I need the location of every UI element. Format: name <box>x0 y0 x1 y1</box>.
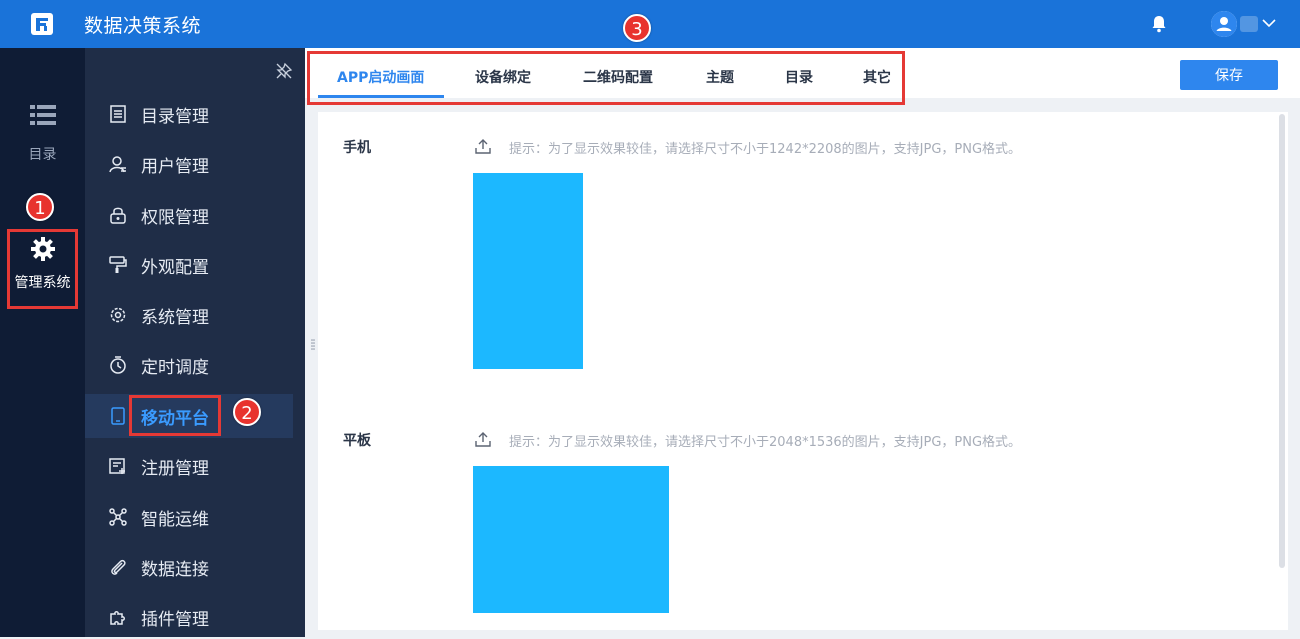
sidebar-item-register-manage[interactable]: 注册管理 <box>85 444 293 488</box>
sidebar-item-label: 用户管理 <box>141 157 209 177</box>
rail-item-catalog[interactable]: 目录 <box>0 104 85 164</box>
phone-splash-preview[interactable] <box>473 173 583 369</box>
annotation-badge-1: 1 <box>26 193 54 221</box>
app-logo-icon[interactable] <box>30 12 54 36</box>
rail-catalog-label: 目录 <box>28 147 57 163</box>
sidebar-item-label: 数据连接 <box>141 560 209 580</box>
phone-upload-hint: 提示：为了显示效果较佳，请选择尺寸不小于1242*2208的图片，支持JPG，P… <box>509 142 1022 157</box>
resize-handle-icon[interactable] <box>311 338 315 352</box>
list-icon <box>29 105 56 125</box>
annotation-box-2 <box>129 395 221 436</box>
sidebar-item-label: 智能运维 <box>141 510 209 530</box>
paint-roller-icon <box>109 256 127 273</box>
tablet-icon <box>111 407 125 425</box>
sidebar-item-data-connection[interactable]: 数据连接 <box>85 545 293 589</box>
sidebar-item-label: 目录管理 <box>141 107 209 127</box>
main-content: 手机 提示：为了显示效果较佳，请选择尺寸不小于1242*2208的图片，支持JP… <box>318 112 1288 630</box>
tablet-splash-preview[interactable] <box>473 466 669 613</box>
annotation-badge-2: 2 <box>233 398 261 426</box>
secondary-sidebar: 目录管理 用户管理 权限管理 外观配置 系统管理 定时调度 移动平台 注册管理 … <box>85 48 305 637</box>
avatar[interactable] <box>1211 11 1237 37</box>
sidebar-item-label: 权限管理 <box>141 208 209 228</box>
sidebar-item-label: 系统管理 <box>141 308 209 328</box>
sidebar-item-label: 插件管理 <box>141 610 209 630</box>
annotation-badge-3: 3 <box>623 14 651 42</box>
sidebar-item-system-manage[interactable]: 系统管理 <box>85 293 293 337</box>
user-avatar-icon <box>1211 11 1237 37</box>
annotation-box-3 <box>307 51 905 105</box>
primary-rail: 目录 管理系统 <box>0 48 85 637</box>
gear-icon <box>110 307 126 323</box>
sidebar-item-catalog-manage[interactable]: 目录管理 <box>85 92 293 136</box>
scrollbar[interactable] <box>1279 114 1285 568</box>
save-button[interactable]: 保存 <box>1180 60 1278 90</box>
sidebar-item-permission-manage[interactable]: 权限管理 <box>85 193 293 237</box>
upload-icon[interactable] <box>475 431 491 447</box>
network-icon <box>109 508 127 526</box>
sidebar-item-smart-ops[interactable]: 智能运维 <box>85 495 293 539</box>
sidebar-item-label: 注册管理 <box>141 459 209 479</box>
list-doc-icon <box>110 105 126 123</box>
phone-section-label: 手机 <box>343 140 371 156</box>
tablet-upload-hint: 提示：为了显示效果较佳，请选择尺寸不小于2048*1536的图片，支持JPG，P… <box>509 435 1022 450</box>
upload-icon[interactable] <box>475 138 491 154</box>
app-title: 数据决策系统 <box>84 15 202 37</box>
pin-icon[interactable] <box>275 62 293 80</box>
annotation-box-1 <box>7 229 78 309</box>
tablet-section-label: 平板 <box>343 433 371 449</box>
sidebar-item-plugin-manage[interactable]: 插件管理 <box>85 595 293 639</box>
sidebar-item-schedule[interactable]: 定时调度 <box>85 343 293 387</box>
puzzle-icon <box>110 611 125 625</box>
sidebar-item-label: 定时调度 <box>141 358 209 378</box>
sidebar-item-user-manage[interactable]: 用户管理 <box>85 142 293 186</box>
paperclip-icon <box>111 559 126 575</box>
bell-icon[interactable] <box>1151 15 1167 33</box>
lock-icon <box>110 207 126 224</box>
sidebar-item-label: 外观配置 <box>141 258 209 278</box>
register-icon <box>109 458 125 474</box>
timer-icon <box>110 356 126 374</box>
user-icon <box>109 156 126 173</box>
sidebar-item-appearance-config[interactable]: 外观配置 <box>85 243 293 287</box>
chevron-down-icon[interactable] <box>1262 18 1276 28</box>
username-blurred[interactable] <box>1240 16 1258 32</box>
